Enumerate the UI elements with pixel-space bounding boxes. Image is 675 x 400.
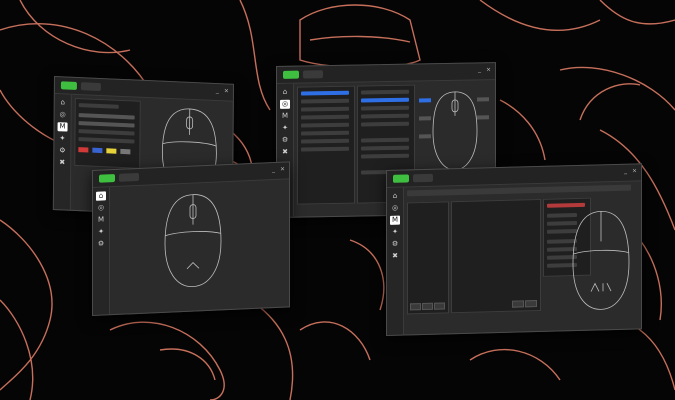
list-item[interactable] — [361, 137, 409, 143]
list-item[interactable] — [301, 114, 349, 120]
minimize-icon[interactable]: _ — [272, 166, 275, 173]
m-icon[interactable]: M — [390, 215, 400, 225]
effect-row[interactable] — [78, 137, 135, 144]
list-item[interactable] — [301, 130, 349, 136]
mouse-top-view — [164, 194, 222, 287]
add-macro-button[interactable] — [410, 303, 421, 311]
rename-macro-button[interactable] — [434, 302, 445, 310]
m-icon[interactable]: M — [96, 215, 106, 224]
button-label-left[interactable] — [419, 98, 431, 103]
pointer-icon[interactable]: ◎ — [96, 203, 106, 212]
tab-mouse[interactable] — [60, 81, 77, 90]
close-icon[interactable]: × — [632, 167, 637, 174]
list-item[interactable] — [361, 105, 409, 111]
clear-button[interactable] — [525, 300, 537, 308]
home-window: _ × ⌂ ◎ M ✦ ⚙ — [92, 161, 290, 316]
list-item[interactable] — [361, 121, 409, 127]
gear-icon[interactable]: ⚙ — [390, 240, 400, 249]
m-icon[interactable]: M — [57, 122, 68, 132]
close-icon[interactable]: × — [280, 166, 285, 173]
button-label-side2[interactable] — [419, 134, 431, 139]
gear-icon[interactable]: ⚙ — [96, 239, 106, 248]
list-item[interactable] — [361, 89, 409, 95]
list-item[interactable] — [301, 146, 349, 152]
gear-icon[interactable]: ⚙ — [280, 136, 290, 145]
sidebar: ⌂ ◎ M ✦ ⚙ — [93, 187, 110, 315]
lighting-icon[interactable]: ✦ — [96, 227, 106, 236]
list-item[interactable] — [301, 90, 349, 96]
button-label-side1[interactable] — [419, 116, 431, 121]
mouse-button-diagram — [419, 91, 489, 171]
tools-icon[interactable]: ✖ — [390, 252, 400, 261]
list-item[interactable] — [301, 106, 349, 112]
pointer-icon[interactable]: ◎ — [280, 99, 290, 109]
macro-events-panel — [451, 198, 541, 314]
effect-row[interactable] — [78, 129, 135, 136]
key-function-list — [297, 85, 355, 205]
gear-icon[interactable]: ⚙ — [57, 146, 67, 155]
m-icon[interactable]: M — [280, 112, 290, 121]
list-item[interactable] — [361, 113, 409, 119]
titlebar: _ × — [277, 63, 495, 84]
brightness-slider[interactable] — [78, 121, 135, 128]
tab-device[interactable] — [413, 173, 433, 183]
sidebar: ⌂ ◎ M ✦ ⚙ ✖ — [53, 94, 72, 210]
record-button[interactable] — [512, 300, 524, 308]
tab-mouse[interactable] — [99, 173, 115, 183]
tab-mouse[interactable] — [393, 174, 409, 183]
color-swatch-gray[interactable] — [120, 148, 131, 155]
macro-window: _ × ⌂ ◎ M ✦ ⚙ ✖ — [386, 163, 642, 336]
tab-device[interactable] — [119, 172, 139, 182]
close-icon[interactable]: × — [224, 87, 229, 94]
home-icon[interactable]: ⌂ — [280, 88, 290, 97]
sidebar: ⌂ ◎ M ✦ ⚙ ✖ — [387, 187, 404, 335]
button-label-dpi[interactable] — [477, 115, 489, 120]
lighting-icon[interactable]: ✦ — [57, 134, 67, 143]
tab-device[interactable] — [80, 82, 101, 92]
color-swatch-blue[interactable] — [92, 147, 103, 154]
close-icon[interactable]: × — [486, 66, 491, 73]
list-item[interactable] — [361, 153, 409, 159]
home-icon[interactable]: ⌂ — [96, 191, 106, 201]
mouse-side-illustration — [572, 210, 630, 310]
minimize-icon[interactable]: _ — [216, 87, 219, 94]
lighting-settings-panel — [74, 97, 141, 169]
tools-icon[interactable]: ✖ — [57, 158, 67, 167]
minimize-icon[interactable]: _ — [624, 168, 627, 175]
list-item[interactable] — [361, 145, 409, 151]
color-swatch-yellow[interactable] — [106, 148, 117, 154]
list-item[interactable] — [301, 138, 349, 144]
home-icon[interactable]: ⌂ — [58, 98, 68, 107]
delete-macro-button[interactable] — [422, 302, 433, 311]
home-icon[interactable]: ⌂ — [390, 192, 400, 201]
tab-device[interactable] — [303, 70, 323, 79]
button-label-right[interactable] — [477, 97, 489, 102]
speed-slider[interactable] — [78, 113, 135, 120]
list-item[interactable] — [361, 97, 409, 103]
tab-mouse[interactable] — [283, 70, 299, 79]
pointer-icon[interactable]: ◎ — [58, 110, 68, 119]
lighting-icon[interactable]: ✦ — [390, 228, 400, 237]
macro-list-panel — [407, 201, 449, 315]
minimize-icon[interactable]: _ — [478, 66, 481, 73]
mode-row[interactable] — [78, 103, 119, 109]
pointer-icon[interactable]: ◎ — [390, 204, 400, 213]
list-item[interactable] — [301, 98, 349, 104]
lighting-icon[interactable]: ✦ — [280, 124, 290, 133]
tools-icon[interactable]: ✖ — [280, 148, 290, 157]
color-swatch-red[interactable] — [78, 147, 89, 153]
list-item[interactable] — [301, 122, 349, 128]
